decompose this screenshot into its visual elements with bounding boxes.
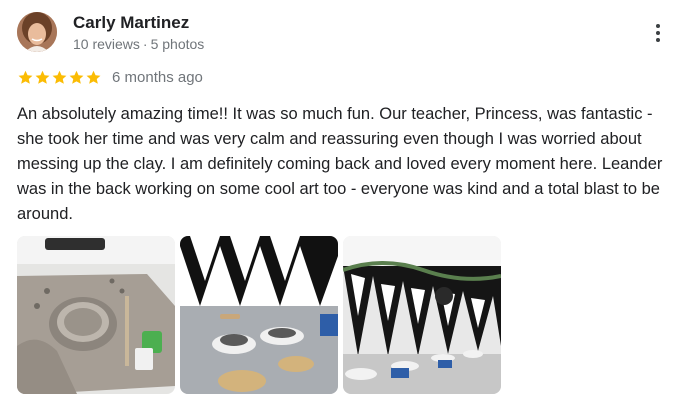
star-rating: [17, 69, 102, 86]
star-icon: [52, 70, 67, 84]
photo-count: 5 photos: [150, 36, 205, 52]
review-photos: [17, 236, 501, 394]
rating-row: 6 months ago: [17, 67, 203, 87]
reviewer-avatar[interactable]: [17, 12, 57, 52]
review-count: 10 reviews: [73, 36, 140, 52]
reviewer-name[interactable]: Carly Martinez: [73, 12, 189, 34]
more-options-button[interactable]: [646, 18, 670, 48]
review-date: 6 months ago: [112, 68, 203, 86]
more-vert-icon: [656, 24, 660, 28]
review-text: An absolutely amazing time!! It was so m…: [17, 105, 663, 223]
reviewer-meta: 10 reviews · 5 photos: [73, 35, 204, 53]
meta-separator: ·: [142, 36, 148, 52]
star-icon: [18, 70, 33, 84]
review-photo-1[interactable]: [17, 236, 175, 394]
star-icon: [69, 70, 84, 84]
star-icon: [86, 70, 101, 84]
star-icon: [35, 70, 50, 84]
review-photo-3[interactable]: [343, 236, 501, 394]
review-photo-2[interactable]: [180, 236, 338, 394]
